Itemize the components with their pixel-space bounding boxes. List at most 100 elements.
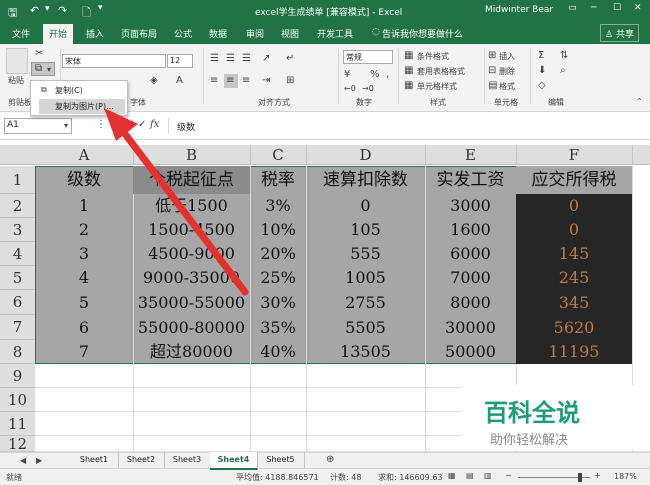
table-cell[interactable]: 10% — [250, 218, 306, 242]
table-cell[interactable]: 20% — [250, 242, 306, 266]
table-cell[interactable]: 4 — [35, 266, 133, 290]
close-icon[interactable]: ✕ — [634, 3, 642, 13]
sheet-tab-sheet4[interactable]: Sheet4 — [210, 452, 258, 470]
tab-data[interactable]: 数据 — [209, 27, 227, 40]
table-cell[interactable]: 30% — [250, 290, 306, 315]
sheet-tab-sheet3[interactable]: Sheet3 — [164, 452, 211, 468]
menu-item-copy-as-picture[interactable]: 复制为图片(P)... — [39, 99, 125, 114]
table-cell[interactable]: 11195 — [516, 340, 632, 364]
align-top-icon[interactable]: ☰ — [210, 54, 219, 64]
menu-item-copy[interactable]: 复制(C) — [39, 83, 125, 98]
header-cell[interactable]: 税率 — [250, 166, 306, 194]
row-header-12[interactable]: 12 — [0, 436, 35, 452]
column-header-b[interactable]: B — [133, 145, 251, 165]
table-cell[interactable]: 555 — [306, 242, 425, 266]
table-cell[interactable]: 1600 — [425, 218, 516, 242]
table-cell[interactable]: 0 — [516, 194, 632, 218]
table-cell[interactable]: 0 — [516, 218, 632, 242]
wrap-text-icon[interactable]: ↵ — [286, 54, 294, 64]
table-cell[interactable]: 30000 — [425, 315, 516, 340]
new-sheet-icon[interactable]: ⊕ — [326, 455, 334, 465]
row-header-3[interactable]: 3 — [0, 218, 35, 242]
font-color-icon[interactable]: A — [176, 76, 183, 86]
align-right-icon[interactable]: ≡ — [242, 76, 250, 86]
row-header-8[interactable]: 8 — [0, 340, 35, 364]
fill-icon[interactable]: ⬇ — [538, 66, 546, 76]
table-cell[interactable]: 低于1500 — [133, 194, 250, 218]
table-cell[interactable]: 3000 — [425, 194, 516, 218]
copy-button[interactable]: ⧉ ▾ — [31, 62, 55, 76]
percent-button[interactable]: % — [370, 70, 380, 80]
table-cell[interactable]: 超过80000 — [133, 340, 250, 364]
cut-icon[interactable]: ✂ — [35, 49, 43, 59]
table-cell[interactable]: 245 — [516, 266, 632, 290]
number-format-select[interactable]: 常规 — [343, 50, 393, 64]
delete-cells-icon[interactable]: ⊟ — [488, 66, 496, 76]
indent-icon[interactable]: ⇥ — [262, 76, 270, 86]
autosum-icon[interactable]: Σ — [538, 51, 544, 61]
font-name-select[interactable]: 宋体 — [62, 54, 166, 68]
table-cell[interactable]: 7000 — [425, 266, 516, 290]
table-cell[interactable]: 1500-4500 — [133, 218, 250, 242]
header-cell[interactable]: 级数 — [35, 166, 133, 194]
formula-input[interactable]: 级数 — [168, 118, 638, 134]
undo-dropdown-icon[interactable]: ▾ — [45, 4, 50, 14]
column-header-d[interactable]: D — [306, 145, 426, 165]
row-header-10[interactable]: 10 — [0, 388, 35, 412]
comma-style-button[interactable]: , — [386, 70, 389, 80]
sheet-tab-sheet2[interactable]: Sheet2 — [118, 452, 165, 468]
row-header-11[interactable]: 11 — [0, 412, 35, 436]
table-cell[interactable]: 6 — [35, 315, 133, 340]
conditional-format-icon[interactable]: ▦ — [404, 51, 413, 61]
tab-insert[interactable]: 插入 — [86, 27, 104, 40]
paste-button-label[interactable]: 粘贴 — [8, 75, 24, 86]
table-cell[interactable]: 8000 — [425, 290, 516, 315]
zoom-in-icon[interactable]: + — [594, 471, 601, 480]
header-cell[interactable]: 应交所得税 — [516, 166, 632, 194]
align-middle-icon[interactable]: ☰ — [226, 54, 235, 64]
tab-page-layout[interactable]: 页面布局 — [121, 27, 157, 40]
delete-cells-button[interactable]: 删除 — [499, 66, 515, 77]
table-cell[interactable]: 345 — [516, 290, 632, 315]
row-header-2[interactable]: 2 — [0, 194, 35, 218]
cancel-icon[interactable]: ✕ — [126, 120, 134, 130]
normal-view-icon[interactable]: ▦ — [448, 471, 456, 480]
table-cell[interactable]: 55000-80000 — [133, 315, 250, 340]
format-as-table-button[interactable]: 套用表格格式 — [417, 66, 465, 77]
column-header-e[interactable]: E — [425, 145, 517, 165]
increase-decimal-icon[interactable]: ←0 — [344, 84, 356, 94]
table-cell[interactable]: 4500-9000 — [133, 242, 250, 266]
sheet-tab-sheet1[interactable]: Sheet1 — [70, 452, 119, 468]
find-icon[interactable]: ⌕ — [560, 66, 566, 76]
maximize-icon[interactable]: ☐ — [613, 3, 621, 13]
share-button[interactable]: ♙ 共享 — [600, 24, 639, 42]
table-cell[interactable]: 6000 — [425, 242, 516, 266]
minimize-icon[interactable]: ─ — [591, 3, 596, 13]
table-cell[interactable]: 3% — [250, 194, 306, 218]
zoom-out-icon[interactable]: ─ — [506, 471, 511, 480]
qat-customize-icon[interactable]: ▾ — [98, 3, 103, 13]
align-center-button[interactable]: ≡ — [224, 74, 238, 88]
table-cell[interactable]: 35000-55000 — [133, 290, 250, 315]
redo-icon[interactable]: ↷ — [58, 4, 67, 17]
table-cell[interactable]: 9000-35000 — [133, 266, 250, 290]
currency-icon[interactable]: ¥ — [344, 70, 350, 80]
row-header-5[interactable]: 5 — [0, 266, 35, 290]
table-cell[interactable]: 1005 — [306, 266, 425, 290]
decrease-decimal-icon[interactable]: →0 — [362, 84, 374, 94]
table-cell[interactable]: 7 — [35, 340, 133, 364]
sheet-tab-sheet5[interactable]: Sheet5 — [257, 452, 305, 468]
user-name[interactable]: Midwinter Bear — [485, 5, 553, 15]
name-box[interactable]: A1 — [4, 118, 72, 134]
undo-icon[interactable]: ↶ — [30, 4, 39, 17]
ribbon-display-icon[interactable]: ▭ — [568, 3, 577, 13]
table-cell[interactable]: 35% — [250, 315, 306, 340]
table-cell[interactable]: 145 — [516, 242, 632, 266]
table-cell[interactable]: 5620 — [516, 315, 632, 340]
column-header-a[interactable]: A — [35, 145, 134, 165]
enter-icon[interactable]: ✓ — [138, 120, 146, 130]
insert-function-icon[interactable]: fx — [150, 120, 159, 130]
conditional-format-button[interactable]: 条件格式 — [417, 51, 449, 62]
row-header-6[interactable]: 6 — [0, 290, 35, 315]
fill-color-icon[interactable]: ◈ — [150, 76, 158, 86]
